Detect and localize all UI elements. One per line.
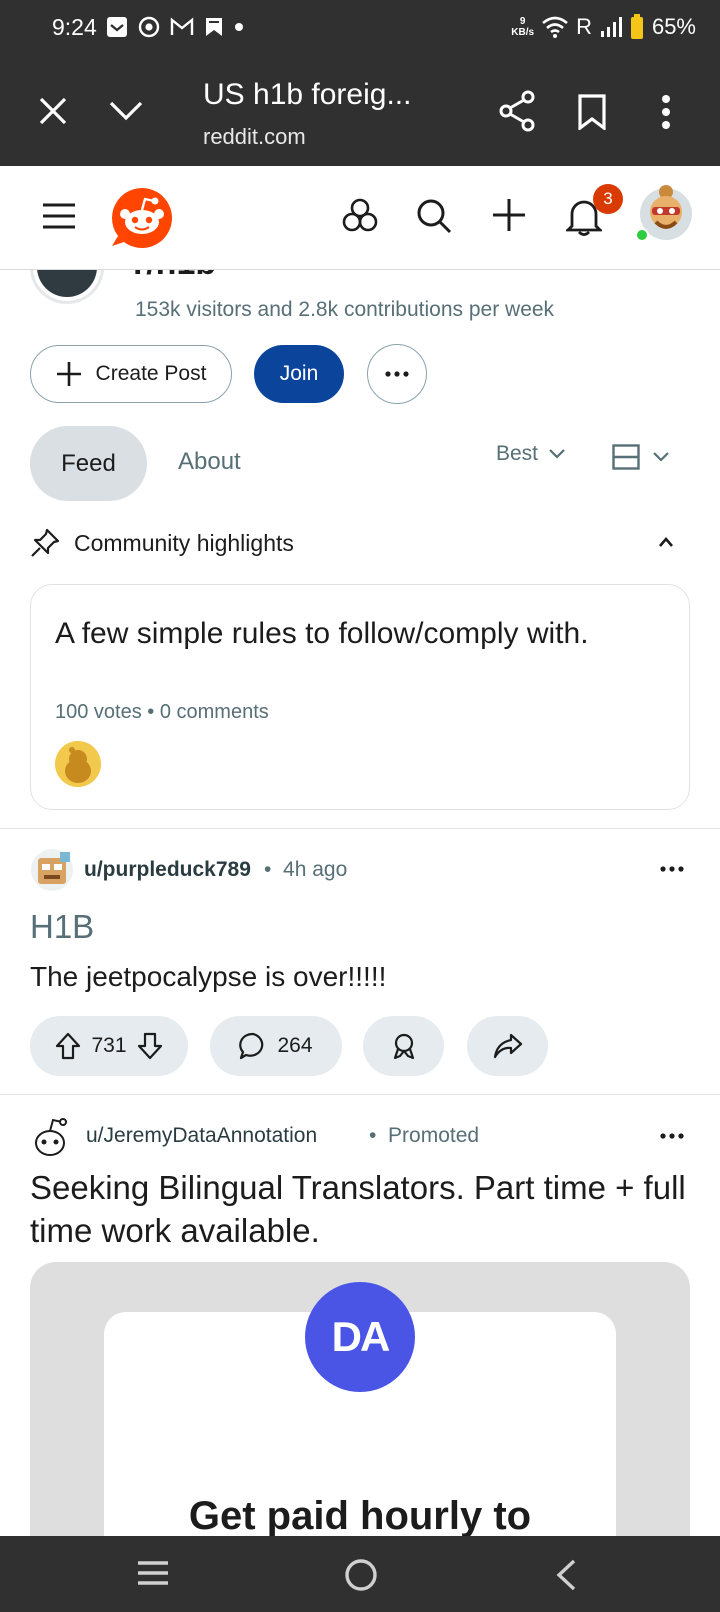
sort-dropdown[interactable]: Best bbox=[496, 442, 566, 466]
share-button[interactable] bbox=[467, 1016, 548, 1076]
tab-about[interactable]: About bbox=[178, 448, 241, 476]
promo-title[interactable]: Seeking Bilingual Translators. Part time… bbox=[30, 1166, 690, 1252]
browser-toolbar: US h1b foreig... reddit.com bbox=[0, 60, 720, 166]
recent-apps-icon[interactable] bbox=[136, 1558, 170, 1588]
dot-icon bbox=[234, 22, 244, 32]
battery-percent: 65% bbox=[651, 14, 696, 39]
join-label: Join bbox=[279, 362, 319, 385]
wifi-icon bbox=[542, 16, 568, 38]
carrier-label: R bbox=[576, 14, 592, 39]
community-highlights-header[interactable]: Community highlights bbox=[30, 528, 294, 558]
post-separator: • bbox=[264, 858, 272, 881]
create-post-label: Create Post bbox=[95, 362, 207, 385]
promoted-label: Promoted bbox=[388, 1124, 480, 1147]
comments-button[interactable]: 264 bbox=[210, 1016, 342, 1076]
notification-badge: 3 bbox=[593, 184, 623, 214]
da-logo: DA bbox=[305, 1282, 415, 1392]
share-icon[interactable] bbox=[498, 90, 536, 132]
status-bar: 9:24 9 KB/s R 65% bbox=[0, 0, 720, 60]
close-icon[interactable] bbox=[38, 96, 68, 126]
create-plus-icon[interactable] bbox=[492, 198, 526, 232]
search-icon[interactable] bbox=[416, 198, 452, 234]
pin-icon bbox=[30, 528, 60, 558]
system-nav-bar bbox=[0, 1536, 720, 1612]
chevron-down-icon bbox=[548, 448, 566, 460]
downvote-icon[interactable] bbox=[137, 1032, 163, 1060]
more-horiz-icon bbox=[385, 371, 409, 377]
gmail-icon bbox=[170, 17, 194, 37]
vote-count: 731 bbox=[91, 1034, 127, 1057]
tab-feed[interactable]: Feed bbox=[30, 426, 147, 501]
post-time: 4h ago bbox=[283, 858, 348, 881]
share-arrow-icon bbox=[493, 1033, 523, 1059]
promo-tag-wrap: • Promoted bbox=[369, 1124, 479, 1148]
reddit-header: 3 bbox=[0, 166, 720, 270]
view-mode-dropdown[interactable] bbox=[612, 444, 670, 470]
comment-icon bbox=[239, 1032, 267, 1060]
back-icon[interactable] bbox=[554, 1558, 578, 1592]
post-time-wrap: • 4h ago bbox=[264, 858, 347, 882]
subreddit-more-button[interactable] bbox=[367, 344, 427, 404]
post-body[interactable]: The jeetpocalypse is over!!!!! bbox=[30, 961, 386, 993]
more-vert-icon[interactable] bbox=[661, 94, 671, 130]
chevron-up-icon[interactable] bbox=[658, 536, 674, 548]
bookmark-notification-icon bbox=[204, 16, 224, 38]
sort-label: Best bbox=[496, 442, 539, 465]
chevron-down-icon[interactable] bbox=[108, 100, 144, 122]
subreddit-stats: 153k visitors and 2.8k contributions per… bbox=[135, 298, 555, 321]
promo-author[interactable]: u/JeremyDataAnnotation bbox=[86, 1124, 317, 1148]
network-speed-unit: KB/s bbox=[511, 27, 535, 38]
plus-icon bbox=[56, 361, 82, 387]
card-view-icon bbox=[612, 444, 640, 470]
highlight-meta: 100 votes • 0 comments bbox=[55, 701, 269, 723]
promo-image[interactable]: DA Get paid hourly to bbox=[30, 1262, 690, 1562]
community-highlights-label: Community highlights bbox=[74, 529, 294, 556]
page-title: US h1b foreig... bbox=[203, 78, 412, 111]
promo-headline: Get paid hourly to bbox=[188, 1494, 532, 1538]
tab-feed-label: Feed bbox=[61, 449, 116, 477]
post-flair[interactable]: H1B bbox=[30, 908, 94, 946]
popular-icon[interactable] bbox=[342, 198, 378, 232]
home-icon[interactable] bbox=[344, 1558, 378, 1592]
vote-control: 731 bbox=[30, 1016, 188, 1076]
promo-author-avatar[interactable] bbox=[30, 1115, 70, 1159]
network-speed: 9 KB/s bbox=[511, 16, 534, 38]
award-button[interactable] bbox=[363, 1016, 444, 1076]
chrome-icon bbox=[138, 16, 160, 38]
page-url: reddit.com bbox=[203, 124, 306, 149]
post-author[interactable]: u/purpleduck789 bbox=[84, 858, 251, 882]
promo-more-icon[interactable] bbox=[660, 1133, 684, 1139]
signal-icon bbox=[600, 16, 622, 38]
battery-icon bbox=[630, 14, 644, 40]
divider bbox=[0, 1094, 720, 1095]
network-speed-value: 9 bbox=[519, 16, 526, 27]
highlight-card[interactable]: A few simple rules to follow/comply with… bbox=[30, 584, 690, 810]
hamburger-menu-icon[interactable] bbox=[42, 202, 76, 230]
status-time: 9:24 bbox=[52, 14, 97, 40]
chevron-down-icon bbox=[652, 451, 670, 463]
join-button[interactable]: Join bbox=[254, 345, 344, 403]
post-author-avatar[interactable] bbox=[30, 848, 74, 892]
create-post-button[interactable]: Create Post bbox=[30, 345, 232, 403]
user-avatar[interactable] bbox=[636, 182, 696, 242]
notification-icons bbox=[106, 16, 244, 38]
upvote-icon[interactable] bbox=[55, 1032, 81, 1060]
award-icon bbox=[390, 1032, 418, 1060]
highlight-author-avatar bbox=[55, 741, 101, 787]
comment-count: 264 bbox=[277, 1034, 313, 1057]
reddit-logo-icon[interactable] bbox=[110, 186, 174, 248]
bookmark-icon[interactable] bbox=[578, 94, 606, 130]
promo-separator: • bbox=[369, 1124, 377, 1147]
post-more-icon[interactable] bbox=[660, 866, 684, 872]
divider bbox=[0, 828, 720, 829]
highlight-title: A few simple rules to follow/comply with… bbox=[55, 617, 589, 650]
inbox-icon bbox=[106, 16, 128, 38]
